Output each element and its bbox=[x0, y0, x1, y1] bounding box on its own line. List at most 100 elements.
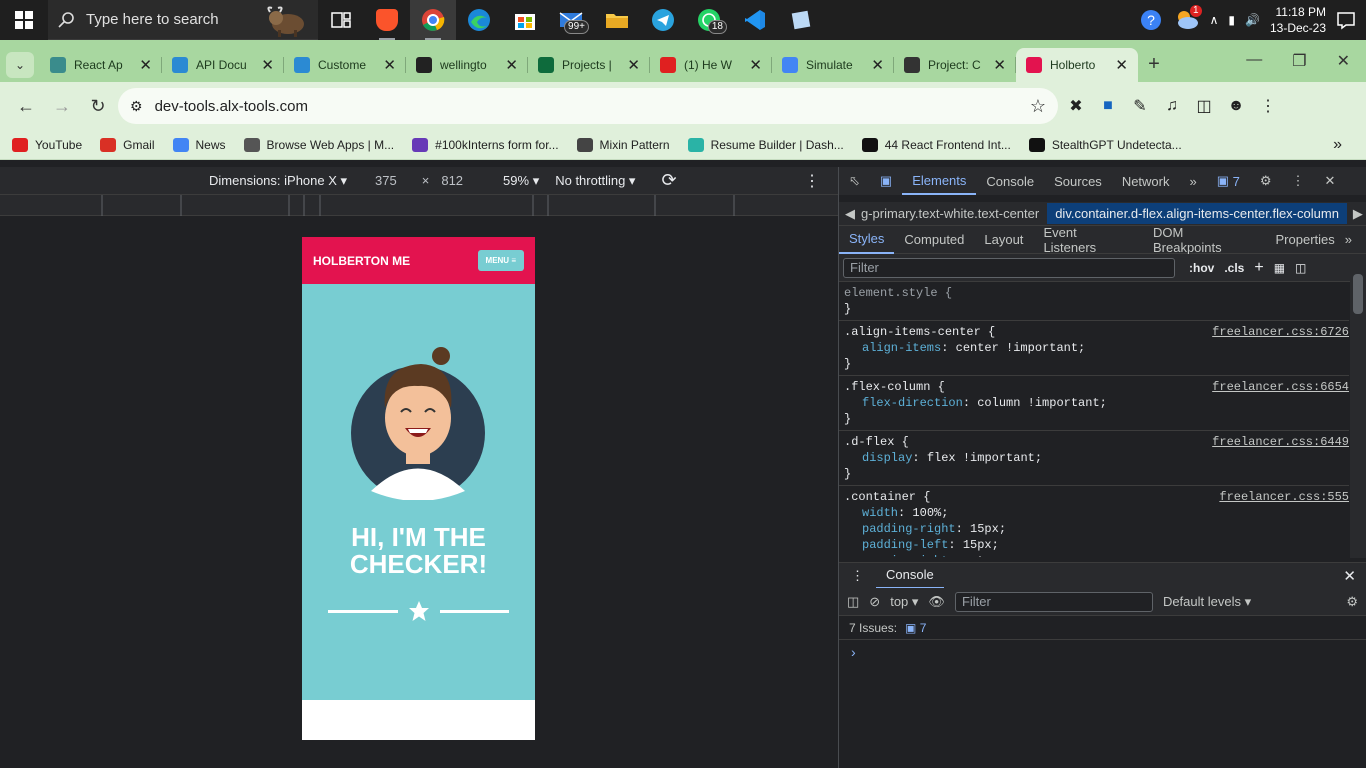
bookmark-item[interactable]: StealthGPT Undetecta... bbox=[1028, 137, 1182, 152]
edge-icon[interactable] bbox=[456, 0, 502, 40]
close-tab-icon[interactable]: ✕ bbox=[1115, 56, 1128, 74]
css-declaration[interactable]: align-items: center !important; bbox=[844, 340, 1344, 356]
bookmark-item[interactable]: Resume Builder | Dash... bbox=[687, 137, 844, 152]
hov-toggle[interactable]: :hov bbox=[1189, 261, 1214, 275]
styles-subtab[interactable]: Computed bbox=[894, 226, 974, 254]
styles-subtab[interactable]: DOM Breakpoints bbox=[1143, 225, 1266, 255]
site-info-icon[interactable]: ⚙ bbox=[130, 98, 143, 115]
bookmark-item[interactable]: Mixin Pattern bbox=[576, 137, 670, 152]
brand-link[interactable]: HOLBERTON ME bbox=[313, 254, 410, 268]
issues-link[interactable]: ▣ 7 bbox=[905, 621, 926, 635]
back-arrow-icon[interactable]: ← bbox=[10, 90, 42, 122]
reload-icon[interactable]: ↻ bbox=[82, 90, 114, 122]
mail-icon[interactable]: 99+ bbox=[548, 0, 594, 40]
bookmark-item[interactable]: Gmail bbox=[100, 137, 155, 152]
vscode-icon[interactable] bbox=[732, 0, 778, 40]
css-declaration[interactable]: display: flex !important; bbox=[844, 450, 1344, 466]
browser-tab[interactable]: Project: C ✕ bbox=[894, 48, 1016, 82]
volume-icon[interactable]: 🔊 bbox=[1245, 13, 1260, 27]
new-tab-plus-icon[interactable]: + bbox=[1138, 48, 1170, 80]
css-declaration[interactable]: width: 100%; bbox=[844, 505, 1344, 521]
close-tab-icon[interactable]: ✕ bbox=[993, 56, 1006, 74]
breadcrumb-item[interactable]: g-primary.text-white.text-center bbox=[861, 206, 1039, 221]
css-declaration[interactable]: margin-right: auto; bbox=[844, 553, 1344, 557]
brave-browser-icon[interactable] bbox=[364, 0, 410, 40]
rule-selector[interactable]: element.style { bbox=[844, 285, 1344, 301]
crumb-scroll-right-icon[interactable]: ▶ bbox=[1347, 206, 1366, 222]
profile-avatar-icon[interactable]: ☻ bbox=[1222, 92, 1250, 120]
device-height-input[interactable]: 812 bbox=[441, 173, 463, 188]
close-tab-icon[interactable]: ✕ bbox=[749, 56, 762, 74]
css-declaration[interactable]: flex-direction: column !important; bbox=[844, 395, 1344, 411]
more-bookmarks-chevron-icon[interactable]: » bbox=[1333, 136, 1366, 154]
media-query-ruler[interactable] bbox=[0, 195, 838, 216]
clear-console-icon[interactable]: ⊘ bbox=[869, 594, 880, 610]
device-more-icon[interactable]: ⋮ bbox=[804, 171, 838, 191]
notepad-app-icon[interactable] bbox=[778, 0, 824, 40]
side-panel-icon[interactable]: ◫ bbox=[1190, 92, 1218, 120]
telegram-icon[interactable] bbox=[640, 0, 686, 40]
toggle-sidebar-icon[interactable]: ◫ bbox=[1295, 261, 1306, 275]
bookmark-item[interactable]: 44 React Frontend Int... bbox=[861, 137, 1011, 152]
styles-subtab[interactable]: Styles bbox=[839, 226, 895, 254]
devtools-tab-network[interactable]: Network bbox=[1112, 167, 1180, 195]
close-window-icon[interactable]: ✕ bbox=[1337, 51, 1350, 71]
browser-tab[interactable]: React Ap ✕ bbox=[40, 48, 162, 82]
console-sidebar-icon[interactable]: ◫ bbox=[847, 594, 859, 610]
breadcrumb-item-selected[interactable]: div.container.d-flex.align-items-center.… bbox=[1047, 203, 1347, 224]
browser-tab[interactable]: Simulate ✕ bbox=[772, 48, 894, 82]
devtools-settings-icon[interactable]: ⚙ bbox=[1250, 167, 1282, 195]
styles-subtab[interactable]: Event Listeners bbox=[1033, 225, 1143, 255]
bookmark-star-icon[interactable]: ☆ bbox=[1030, 96, 1046, 117]
close-tab-icon[interactable]: ✕ bbox=[383, 56, 396, 74]
close-tab-icon[interactable]: ✕ bbox=[139, 56, 152, 74]
chrome-menu-icon[interactable]: ⋮ bbox=[1254, 92, 1282, 120]
close-devtools-icon[interactable]: ✕ bbox=[1315, 167, 1346, 195]
network-icon[interactable]: ▮ bbox=[1228, 13, 1235, 27]
drawer-menu-icon[interactable]: ⋮ bbox=[839, 568, 876, 584]
chrome-icon[interactable] bbox=[410, 0, 456, 40]
bookmark-item[interactable]: Browse Web Apps | M... bbox=[243, 137, 394, 152]
microsoft-store-icon[interactable] bbox=[502, 0, 548, 40]
browser-tab[interactable]: Holberto ✕ bbox=[1016, 48, 1138, 82]
devtools-tab-elements[interactable]: Elements bbox=[902, 167, 977, 195]
zoom-select[interactable]: 59% ▾ bbox=[503, 173, 539, 189]
crumb-scroll-left-icon[interactable]: ◀ bbox=[839, 206, 861, 222]
close-tab-icon[interactable]: ✕ bbox=[871, 56, 884, 74]
bookmark-item[interactable]: #100kInterns form for... bbox=[412, 137, 559, 152]
address-bar[interactable]: ⚙ dev-tools.alx-tools.com ☆ bbox=[118, 88, 1058, 124]
restore-window-icon[interactable]: ❐ bbox=[1292, 51, 1306, 71]
devtools-tab-console[interactable]: Console bbox=[976, 167, 1044, 195]
styles-subtab[interactable]: Properties bbox=[1266, 226, 1345, 254]
rule-source-link[interactable]: freelancer.css:555 bbox=[1219, 489, 1349, 505]
context-select[interactable]: top ▾ bbox=[890, 594, 918, 610]
css-declaration[interactable]: padding-right: 15px; bbox=[844, 521, 1344, 537]
windows-start-button[interactable] bbox=[0, 0, 48, 40]
whatsapp-icon[interactable]: 18 bbox=[686, 0, 732, 40]
taskbar-search-box[interactable]: Type here to search bbox=[48, 0, 318, 40]
help-icon[interactable]: ? bbox=[1140, 9, 1162, 31]
cls-toggle[interactable]: .cls bbox=[1224, 261, 1244, 275]
system-clock[interactable]: 11:18 PM 13-Dec-23 bbox=[1270, 4, 1326, 36]
styles-scrollbar[interactable] bbox=[1350, 268, 1366, 558]
device-toggle-icon[interactable]: ▣ bbox=[870, 167, 902, 195]
browser-tab[interactable]: API Docu ✕ bbox=[162, 48, 284, 82]
new-rule-plus-icon[interactable]: + bbox=[1254, 259, 1263, 277]
bookmark-item[interactable]: News bbox=[172, 137, 226, 152]
chevron-up-icon[interactable]: ∧ bbox=[1210, 13, 1219, 27]
close-tab-icon[interactable]: ✕ bbox=[627, 56, 640, 74]
menu-button[interactable]: MENU ≡ bbox=[477, 250, 524, 271]
extensions-puzzle-icon[interactable]: ✎ bbox=[1126, 92, 1154, 120]
rule-source-link[interactable]: freelancer.css:6726 bbox=[1212, 324, 1349, 340]
device-select[interactable]: Dimensions: iPhone X ▾ bbox=[209, 173, 347, 189]
close-tab-icon[interactable]: ✕ bbox=[505, 56, 518, 74]
drawer-tab-console[interactable]: Console bbox=[876, 563, 944, 589]
more-subtabs-icon[interactable]: » bbox=[1345, 232, 1366, 247]
rule-source-link[interactable]: freelancer.css:6654 bbox=[1212, 379, 1349, 395]
live-expression-eye-icon[interactable]: 👁 bbox=[928, 594, 945, 610]
issues-counter[interactable]: ▣ 7 bbox=[1207, 167, 1250, 195]
browser-tab[interactable]: Custome ✕ bbox=[284, 48, 406, 82]
devtools-tab-sources[interactable]: Sources bbox=[1044, 167, 1112, 195]
styles-subtab[interactable]: Layout bbox=[974, 226, 1033, 254]
forward-arrow-icon[interactable]: → bbox=[46, 90, 78, 122]
